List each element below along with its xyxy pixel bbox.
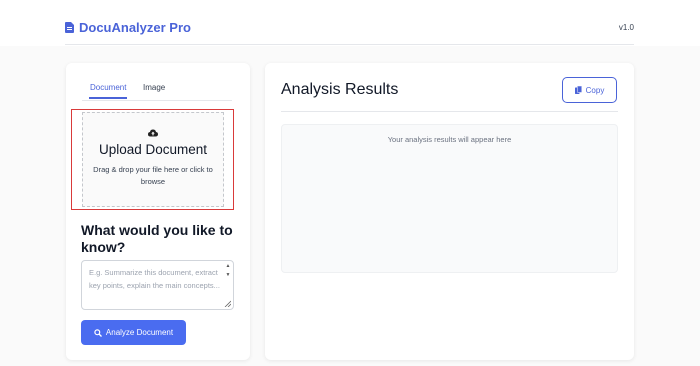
copy-button-label: Copy: [585, 85, 605, 95]
scroll-down-icon[interactable]: ▼: [225, 272, 231, 278]
tab-document[interactable]: Document: [89, 83, 128, 99]
brand[interactable]: DocuAnalyzer Pro: [65, 20, 191, 35]
analyze-button-label: Analyze Document: [105, 328, 174, 337]
copy-icon: [574, 86, 582, 94]
version-label: v1.0: [618, 23, 634, 32]
input-tabs: Document Image: [82, 83, 232, 101]
tab-image[interactable]: Image: [143, 83, 165, 97]
header-divider: [65, 44, 634, 45]
scroll-up-icon[interactable]: ▲: [225, 263, 231, 269]
upload-title: Upload Document: [98, 142, 208, 157]
app-header: DocuAnalyzer Pro v1.0: [0, 0, 700, 46]
analyze-button[interactable]: Analyze Document: [81, 320, 186, 345]
document-icon: [65, 22, 74, 33]
question-heading: What would you like to know?: [81, 222, 233, 255]
results-output: Your analysis results will appear here: [281, 124, 618, 273]
brand-name: DocuAnalyzer Pro: [79, 20, 191, 35]
cloud-upload-icon: [148, 129, 158, 137]
upload-highlight-frame: Upload Document Drag & drop your file he…: [71, 109, 234, 210]
results-divider: [281, 111, 618, 112]
results-panel: Analysis Results Copy Your analysis resu…: [265, 63, 634, 360]
upload-dropzone[interactable]: Upload Document Drag & drop your file he…: [82, 112, 224, 207]
results-title: Analysis Results: [281, 81, 399, 98]
question-textarea[interactable]: E.g. Summarize this document, extract ke…: [81, 260, 234, 310]
upload-hint: Drag & drop your file here or click to b…: [93, 165, 213, 186]
resize-handle-icon[interactable]: [224, 300, 231, 307]
input-panel: Document Image Upload Document Drag & dr…: [66, 63, 250, 360]
search-icon: [94, 328, 102, 337]
textarea-placeholder: E.g. Summarize this document, extract ke…: [89, 268, 220, 290]
copy-button[interactable]: Copy: [562, 77, 617, 103]
results-placeholder: Your analysis results will appear here: [387, 135, 512, 144]
